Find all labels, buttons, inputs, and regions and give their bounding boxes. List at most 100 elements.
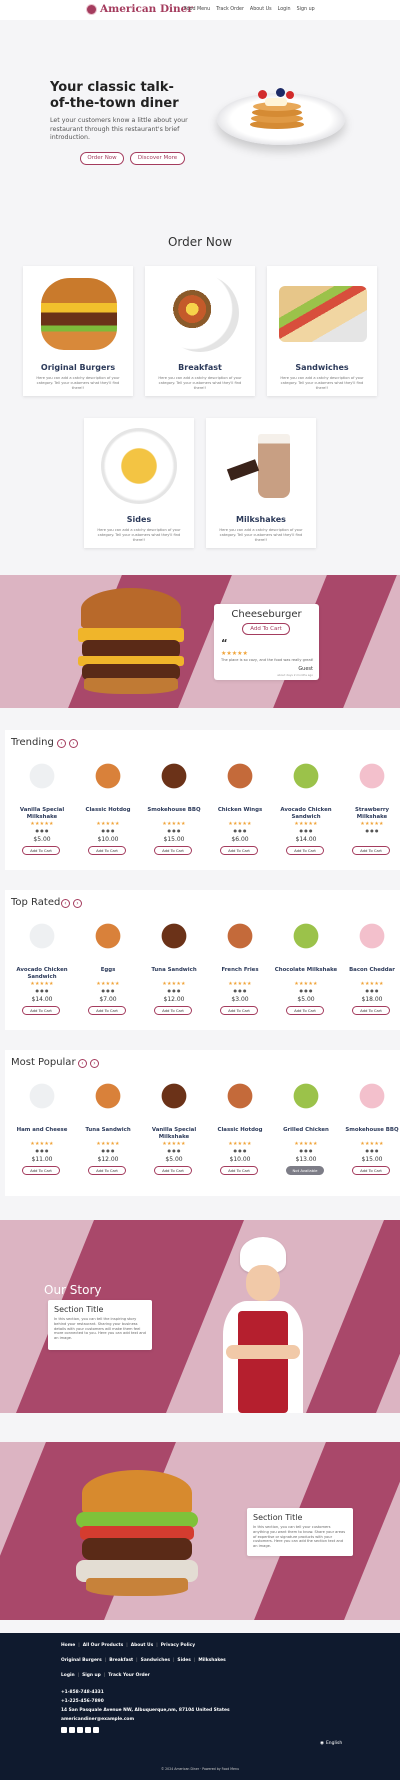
footer-link[interactable]: Privacy Policy xyxy=(161,1643,195,1648)
add-to-cart-button[interactable]: Add To Cart xyxy=(220,1006,258,1015)
product-stars: ★★★★★ xyxy=(360,981,384,987)
logo[interactable]: American Diner xyxy=(86,3,193,15)
twitter-icon[interactable] xyxy=(69,1727,75,1733)
youtube-icon[interactable] xyxy=(93,1727,99,1733)
product-card[interactable]: Smokehouse BBQ ★★★★★ ● ● ● $15.00 Add To Car… xyxy=(142,757,206,877)
product-card[interactable]: Tuna Sandwich ★★★★★ ● ● ● $12.00 Add To Cart xyxy=(142,917,206,1037)
globe-icon: ◉ xyxy=(320,1741,324,1746)
category-card-sides[interactable]: Sides Here you can add a catchy descript… xyxy=(84,418,194,548)
category-card-burgers[interactable]: Original Burgers Here you can add a catc… xyxy=(23,266,133,396)
footer-link[interactable]: Sign up xyxy=(82,1673,101,1678)
trending-prev-icon[interactable]: ‹ xyxy=(57,739,66,748)
nav-food-menu[interactable]: Food Menu xyxy=(184,7,210,12)
add-to-cart-button[interactable]: Add To Cart xyxy=(22,846,60,855)
add-to-cart-button[interactable]: Add To Cart xyxy=(88,846,126,855)
footer-link[interactable]: Sides xyxy=(177,1658,190,1663)
product-card[interactable]: Eggs ★★★★★ ● ● ● $7.00 Add To Cart xyxy=(76,917,140,1037)
fries-icon xyxy=(101,428,177,504)
popular-prev-icon[interactable]: ‹ xyxy=(78,1059,87,1068)
trending-next-icon[interactable]: › xyxy=(69,739,78,748)
product-card[interactable]: Smokehouse BBQ ★★★★★ ● ● ● $15.00 Add To Car… xyxy=(340,1077,400,1197)
toprated-prev-icon[interactable]: ‹ xyxy=(61,899,70,908)
footer-phone-1[interactable]: +1-858-748-4331 xyxy=(61,1690,104,1695)
add-to-cart-button[interactable]: Add To Cart xyxy=(286,846,324,855)
footer-link[interactable]: Sandwiches xyxy=(141,1658,170,1663)
product-name: Avocado Chicken Sandwich xyxy=(280,807,332,820)
dietary-icons: ● ● ● xyxy=(299,1148,313,1153)
instagram-icon[interactable] xyxy=(77,1727,83,1733)
product-card[interactable]: Chocolate Milkshake ★★★★★ ● ● ● $5.00 Add To… xyxy=(274,917,338,1037)
product-price: $13.00 xyxy=(295,1156,317,1163)
linkedin-icon[interactable] xyxy=(85,1727,91,1733)
footer-email[interactable]: americandiner@example.com xyxy=(61,1717,134,1722)
product-card[interactable]: Bacon Cheddar ★★★★★ ● ● ● $18.00 Add To Cart xyxy=(340,917,400,1037)
logo-badge-icon xyxy=(86,3,97,15)
add-to-cart-button[interactable]: Add To Cart xyxy=(154,846,192,855)
product-stars: ★★★★★ xyxy=(96,821,120,827)
product-card[interactable]: Strawberry Milkshake ★★★★★ ● ● ● Add To Car… xyxy=(340,757,400,877)
product-price: $12.00 xyxy=(163,996,185,1003)
dietary-icons: ● ● ● xyxy=(365,828,379,833)
separator: | xyxy=(78,1643,80,1648)
nav-about-us[interactable]: About Us xyxy=(250,7,272,12)
footer-link[interactable]: Login xyxy=(61,1673,75,1678)
section2-card: Section Title In this section, you can t… xyxy=(247,1508,353,1556)
add-to-cart-button[interactable]: Add To Cart xyxy=(88,1166,126,1175)
add-to-cart-button[interactable]: Add To Cart xyxy=(352,1006,390,1015)
promo-band xyxy=(0,575,400,708)
add-to-cart-button[interactable]: Not Available xyxy=(286,1166,324,1175)
footer-phone-2[interactable]: +1-225-456-7890 xyxy=(61,1699,104,1704)
discover-more-button[interactable]: Discover More xyxy=(130,152,185,165)
add-to-cart-button[interactable]: Add To Cart xyxy=(352,1166,390,1175)
product-card[interactable]: French Fries ★★★★★ ● ● ● $3.00 Add To Cart xyxy=(208,917,272,1037)
product-card[interactable]: Vanilla Special Milkshake ★★★★★ ● ● ● $5.00… xyxy=(142,1077,206,1197)
toprated-title: Top Rated xyxy=(11,897,61,908)
facebook-icon[interactable] xyxy=(61,1727,67,1733)
product-card[interactable]: Classic Hotdog ★★★★★ ● ● ● $10.00 Add To Car… xyxy=(208,1077,272,1197)
nav-track-order[interactable]: Track Order xyxy=(216,7,244,12)
nav-login[interactable]: Login xyxy=(278,7,291,12)
language-selector[interactable]: ◉ English xyxy=(320,1741,342,1746)
product-card[interactable]: Tuna Sandwich ★★★★★ ● ● ● $12.00 Add To Cart xyxy=(76,1077,140,1197)
order-now-button[interactable]: Order Now xyxy=(80,152,124,165)
promo-add-to-cart-button[interactable]: Add To Cart xyxy=(242,623,290,635)
product-price: $5.00 xyxy=(297,996,315,1003)
category-card-breakfast[interactable]: Breakfast Here you can add a catchy desc… xyxy=(145,266,255,396)
dietary-icons: ● ● ● xyxy=(233,988,247,993)
product-card[interactable]: Vanilla Special Milkshake ★★★★★ ● ● ● $5.00… xyxy=(10,757,74,877)
category-card-sandwiches[interactable]: Sandwiches Here you can add a catchy des… xyxy=(267,266,377,396)
footer-link[interactable]: All Our Products xyxy=(83,1643,123,1648)
category-description: Here you can add a catchy description of… xyxy=(158,376,242,390)
chef-image xyxy=(218,1237,308,1413)
add-to-cart-button[interactable]: Add To Cart xyxy=(352,846,390,855)
footer-link[interactable]: Home xyxy=(61,1643,75,1648)
add-to-cart-button[interactable]: Add To Cart xyxy=(220,846,258,855)
add-to-cart-button[interactable]: Add To Cart xyxy=(154,1006,192,1015)
product-card[interactable]: Grilled Chicken ★★★★★ ● ● ● $13.00 Not Avail… xyxy=(274,1077,338,1197)
popular-title: Most Popular xyxy=(11,1057,76,1068)
product-stars: ★★★★★ xyxy=(30,1141,54,1147)
footer-link[interactable]: Breakfast xyxy=(109,1658,133,1663)
pancake-stack-icon xyxy=(250,88,304,134)
footer-link[interactable]: About Us xyxy=(131,1643,154,1648)
product-card[interactable]: Chicken Wings ★★★★★ ● ● ● $6.00 Add To Cart xyxy=(208,757,272,877)
product-card[interactable]: Avocado Chicken Sandwich ★★★★★ ● ● ● $14.00… xyxy=(10,917,74,1037)
add-to-cart-button[interactable]: Add To Cart xyxy=(22,1006,60,1015)
product-card[interactable]: Classic Hotdog ★★★★★ ● ● ● $10.00 Add To Car… xyxy=(76,757,140,877)
add-to-cart-button[interactable]: Add To Cart xyxy=(220,1166,258,1175)
product-stars: ★★★★★ xyxy=(162,821,186,827)
add-to-cart-button[interactable]: Add To Cart xyxy=(88,1006,126,1015)
add-to-cart-button[interactable]: Add To Cart xyxy=(154,1166,192,1175)
add-to-cart-button[interactable]: Add To Cart xyxy=(22,1166,60,1175)
footer-link[interactable]: Original Burgers xyxy=(61,1658,102,1663)
footer-link[interactable]: Milkshakes xyxy=(198,1658,225,1663)
category-card-milkshakes[interactable]: Milkshakes Here you can add a catchy des… xyxy=(206,418,316,548)
popular-next-icon[interactable]: › xyxy=(90,1059,99,1068)
product-stars: ★★★★★ xyxy=(360,1141,384,1147)
add-to-cart-button[interactable]: Add To Cart xyxy=(286,1006,324,1015)
product-card[interactable]: Ham and Cheese ★★★★★ ● ● ● $11.00 Add To Car… xyxy=(10,1077,74,1197)
toprated-next-icon[interactable]: › xyxy=(73,899,82,908)
nav-sign-up[interactable]: Sign up xyxy=(297,7,315,12)
footer-link[interactable]: Track Your Order xyxy=(108,1673,150,1678)
product-card[interactable]: Avocado Chicken Sandwich ★★★★★ ● ● ● $14.00… xyxy=(274,757,338,877)
